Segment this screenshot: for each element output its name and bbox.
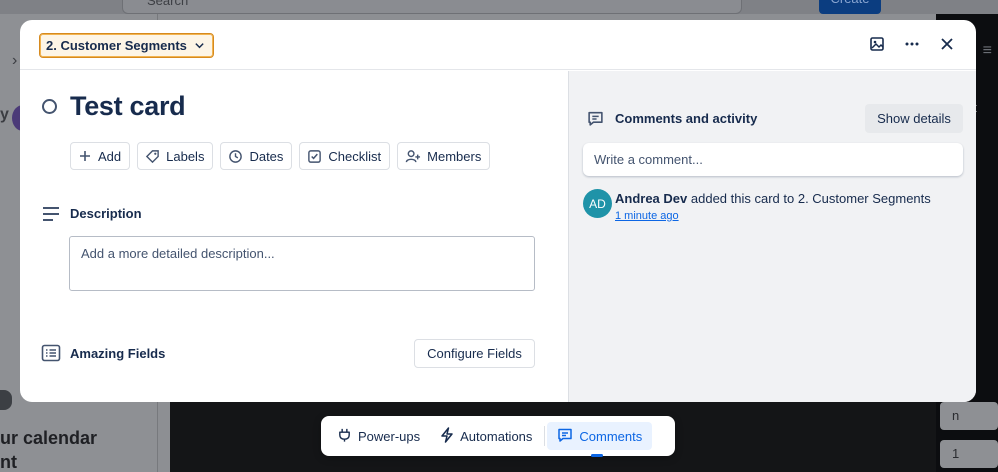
comment-icon (557, 427, 573, 446)
add-button-label: Add (98, 148, 122, 164)
bg-pin-icon (0, 390, 12, 410)
chevron-down-icon (194, 34, 206, 57)
amazing-fields-heading: Amazing Fields (70, 346, 166, 361)
labels-button[interactable]: Labels (137, 142, 214, 170)
activity-user[interactable]: Andrea Dev (615, 191, 687, 206)
active-indicator (591, 454, 604, 457)
card-detail-modal: 2. Customer Segments Test card Add Label… (20, 20, 976, 402)
automations-label: Automations (460, 428, 533, 444)
bg-headline: ur calendar nt (0, 428, 98, 472)
toolbar-divider (544, 426, 546, 446)
ellipsis-icon (904, 36, 920, 57)
bg-create-button: Create (819, 0, 881, 14)
checklist-button[interactable]: Checklist (299, 142, 391, 170)
avatar[interactable]: AD (583, 189, 612, 218)
list-details-icon (41, 343, 61, 363)
description-heading: Description (70, 206, 142, 221)
tag-icon (145, 149, 160, 164)
card-title[interactable]: Test card (70, 91, 186, 122)
labels-button-label: Labels (166, 148, 205, 164)
activity-description: added this card to 2. Customer Segments (690, 191, 931, 206)
bottom-toolbar: Power-ups Automations Comments (321, 416, 675, 457)
add-member-icon (405, 149, 421, 164)
checkbox-icon (307, 149, 322, 164)
close-button[interactable] (934, 33, 960, 59)
power-ups-button[interactable]: Power-ups (327, 422, 430, 450)
activity-heading: Comments and activity (615, 111, 758, 126)
bg-right-card-2: 1 (940, 440, 998, 468)
bg-right-card-1: n (940, 402, 998, 430)
comments-button[interactable]: Comments (547, 422, 653, 457)
modal-header: 2. Customer Segments (20, 20, 976, 70)
activity-timestamp-link[interactable]: 1 minute ago (615, 210, 679, 222)
bg-search-input: Search (122, 0, 742, 14)
dates-button[interactable]: Dates (220, 142, 293, 170)
automations-button[interactable]: Automations (430, 422, 542, 450)
complete-toggle[interactable] (42, 99, 57, 114)
clock-icon (228, 149, 243, 164)
list-selector-label: 2. Customer Segments (46, 38, 187, 53)
bg-partial-text: y (0, 106, 9, 123)
comment-input[interactable]: Write a comment... (583, 143, 963, 176)
activity-text: Andrea Dev added this card to 2. Custome… (615, 191, 931, 206)
card-action-buttons: Add Labels Dates Checklist Members (70, 142, 491, 170)
members-button[interactable]: Members (397, 142, 491, 170)
description-input[interactable]: Add a more detailed description... (69, 236, 535, 291)
power-ups-label: Power-ups (358, 428, 421, 444)
card-main-column: Test card Add Labels Dates Checklist Mem… (20, 71, 568, 402)
cover-image-button[interactable] (864, 33, 890, 59)
checklist-button-label: Checklist (328, 148, 382, 164)
description-icon (41, 204, 61, 224)
plug-icon (337, 427, 352, 446)
plus-icon (78, 149, 92, 163)
image-icon (869, 36, 885, 57)
bg-menu-icon: ≡ (982, 42, 992, 59)
close-icon (940, 37, 954, 56)
bg-chevron-icon: › (12, 52, 18, 69)
dates-button-label: Dates (249, 148, 284, 164)
configure-fields-button[interactable]: Configure Fields (414, 339, 535, 368)
show-details-button[interactable]: Show details (865, 104, 963, 133)
more-actions-button[interactable] (899, 33, 925, 59)
members-button-label: Members (427, 148, 482, 164)
activity-sidebar: Comments and activity Show details Write… (568, 71, 976, 402)
add-button[interactable]: Add (70, 142, 131, 170)
list-selector[interactable]: 2. Customer Segments (39, 33, 214, 58)
comment-activity-icon (587, 110, 604, 132)
comments-label: Comments (579, 428, 643, 444)
lightning-icon (440, 426, 454, 446)
